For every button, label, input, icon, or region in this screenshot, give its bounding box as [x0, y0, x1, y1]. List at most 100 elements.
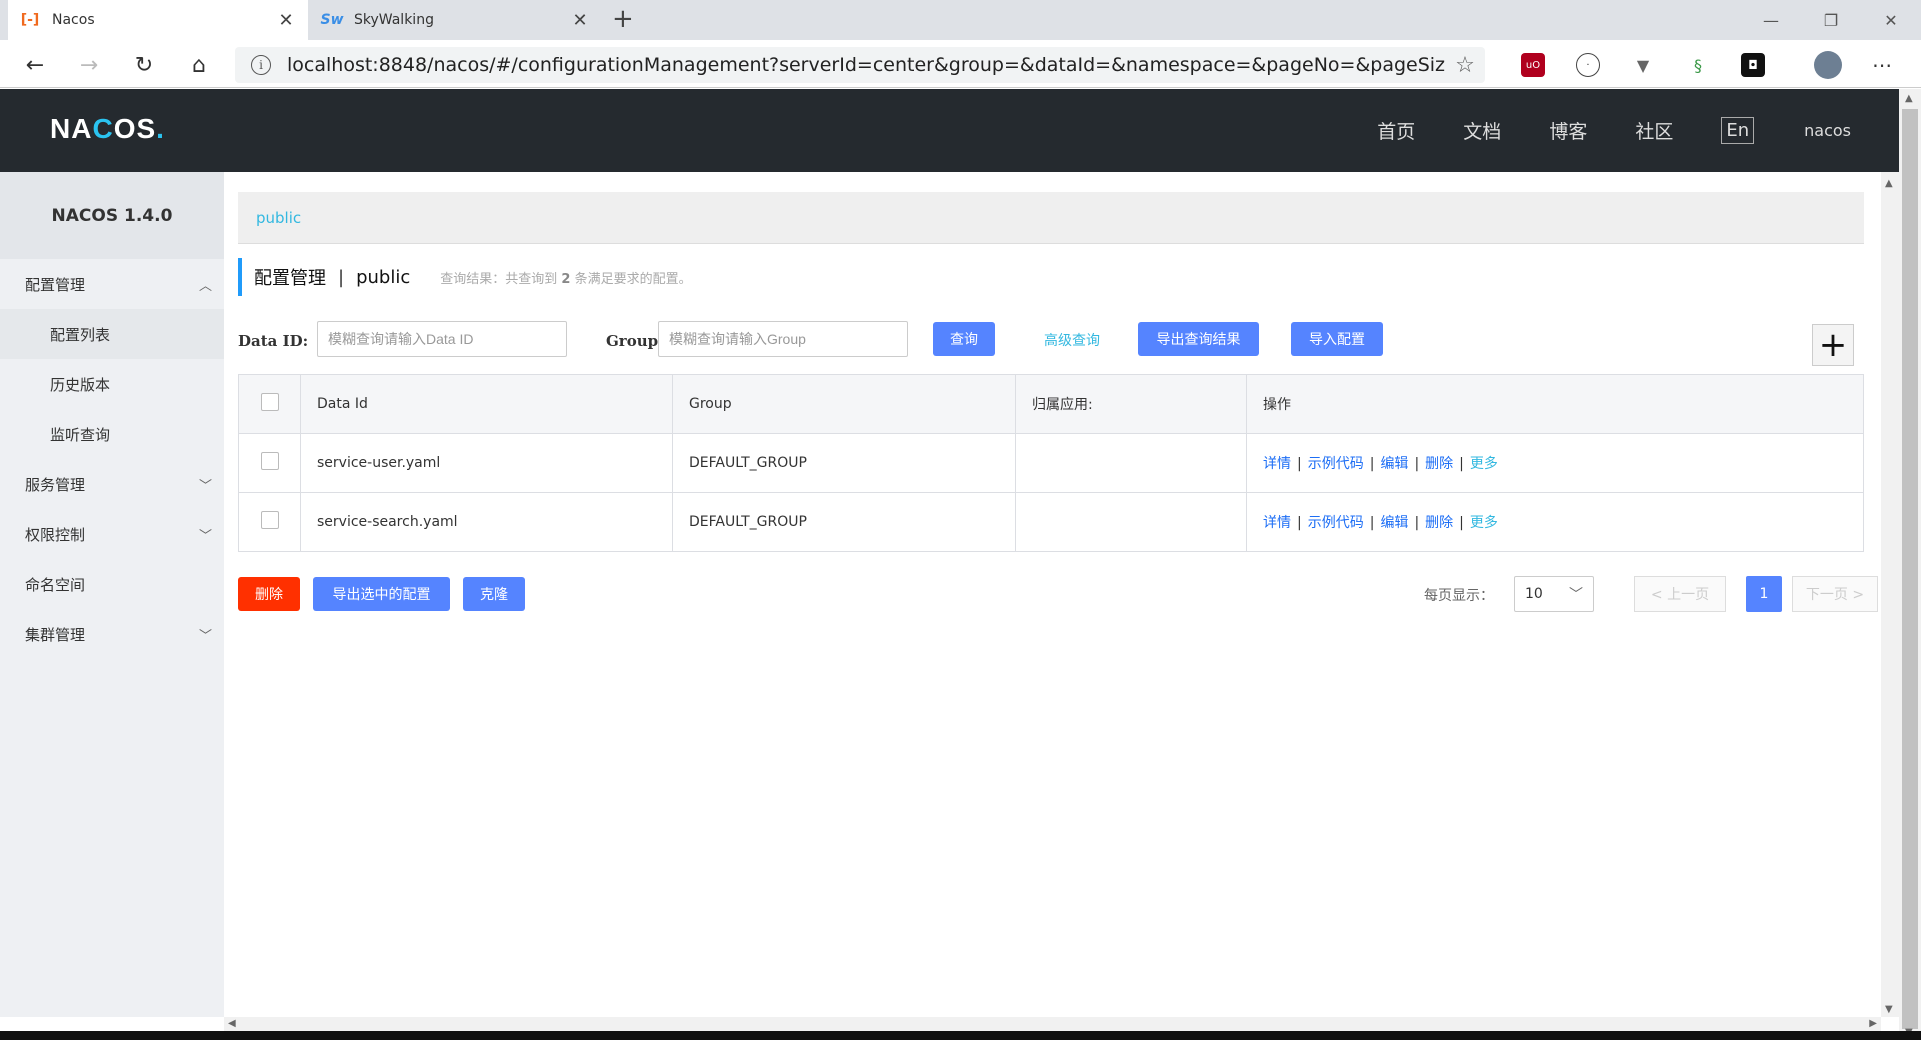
group-label: Group:: [606, 332, 664, 350]
row-checkbox[interactable]: [260, 511, 279, 529]
scroll-right-arrow-icon[interactable]: ▶: [1869, 1018, 1877, 1029]
query-button[interactable]: 查询: [933, 322, 995, 356]
browser-tab-nacos[interactable]: [-] Nacos ✕: [8, 0, 308, 40]
main-content: public 配置管理 | public 查询结果：共查询到 2 条满足要求的配…: [224, 172, 1899, 1017]
url-text[interactable]: localhost:8848/nacos/#/configurationMana…: [287, 54, 1445, 76]
tab-title: SkyWalking: [354, 12, 434, 28]
evernote-extension-icon[interactable]: §: [1686, 53, 1710, 77]
nacos-logo[interactable]: NACOS.: [50, 113, 165, 145]
delete-link[interactable]: 删除: [1425, 515, 1453, 531]
minimize-icon[interactable]: —: [1741, 0, 1801, 40]
content-vertical-scrollbar[interactable]: ▲ ▼: [1881, 172, 1899, 1017]
data-id-input[interactable]: [317, 321, 567, 357]
scrollbar-thumb[interactable]: [1902, 109, 1918, 1029]
sidebar: NACOS 1.4.0 配置管理 ︿ 配置列表 历史版本 监听查询 服务管理 ﹀…: [0, 172, 224, 1017]
info-icon[interactable]: i: [251, 55, 271, 75]
restore-icon[interactable]: ❐: [1801, 0, 1861, 40]
sidebar-item-label: 监听查询: [50, 425, 111, 444]
content-horizontal-scrollbar[interactable]: ◀ ▶: [224, 1017, 1881, 1031]
back-arrow-icon[interactable]: ←: [18, 48, 52, 82]
delete-selected-button[interactable]: 删除: [238, 577, 300, 611]
config-table: Data Id Group 归属应用: 操作 service-user.yaml…: [238, 374, 1864, 552]
next-page-button[interactable]: 下一页 >: [1792, 576, 1878, 612]
close-window-icon[interactable]: ✕: [1861, 0, 1921, 40]
sidebar-item-config-management[interactable]: 配置管理 ︿: [0, 259, 224, 309]
ublock-extension-icon[interactable]: uO: [1521, 53, 1545, 77]
title-separator: |: [338, 266, 345, 288]
browser-tab-skywalking[interactable]: Sw SkyWalking ✕: [310, 0, 602, 40]
more-link[interactable]: 更多: [1470, 456, 1498, 472]
close-tab-icon[interactable]: ✕: [570, 10, 590, 31]
home-icon[interactable]: ⌂: [182, 48, 216, 82]
browser-menu-icon[interactable]: ⋯: [1870, 53, 1894, 77]
sidebar-item-cluster-management[interactable]: 集群管理 ﹀: [0, 609, 224, 659]
sidebar-item-label: 权限控制: [25, 525, 86, 544]
chevron-down-icon: ﹀: [198, 628, 212, 644]
sidebar-item-history[interactable]: 历史版本: [0, 359, 224, 409]
sidebar-item-service-management[interactable]: 服务管理 ﹀: [0, 459, 224, 509]
user-menu[interactable]: nacos: [1804, 121, 1851, 140]
sidebar-item-label: 命名空间: [25, 575, 86, 594]
import-config-button[interactable]: 导入配置: [1291, 322, 1383, 356]
profile-avatar[interactable]: [1814, 51, 1842, 79]
sample-code-link[interactable]: 示例代码: [1308, 456, 1364, 472]
prev-page-button[interactable]: < 上一页: [1634, 576, 1726, 612]
select-all-cell: [238, 374, 301, 434]
nav-blog[interactable]: 博客: [1549, 117, 1587, 144]
detail-link[interactable]: 详情: [1263, 456, 1291, 472]
scroll-down-arrow-icon[interactable]: ▼: [1885, 1004, 1893, 1015]
page-vertical-scrollbar[interactable]: ▲ ▼: [1899, 89, 1921, 1040]
skywalking-favicon-icon: Sw: [320, 12, 344, 28]
nacos-header: NACOS. 首页 文档 博客 社区 En nacos: [0, 89, 1899, 172]
advanced-query-link[interactable]: 高级查询: [1044, 330, 1100, 350]
scroll-left-arrow-icon[interactable]: ◀: [228, 1018, 236, 1029]
close-tab-icon[interactable]: ✕: [276, 10, 296, 31]
more-link[interactable]: 更多: [1470, 515, 1498, 531]
search-row: Data ID: Group: 查询 高级查询 导出查询结果 导入配置: [238, 320, 1878, 364]
sidebar-item-listener-query[interactable]: 监听查询: [0, 409, 224, 459]
add-config-button[interactable]: +: [1812, 324, 1854, 366]
current-page-button[interactable]: 1: [1746, 576, 1782, 612]
sidebar-item-label: 集群管理: [25, 625, 86, 644]
page-size-label: 每页显示：: [1424, 588, 1494, 604]
export-results-button[interactable]: 导出查询结果: [1138, 322, 1259, 356]
tab-title: Nacos: [52, 12, 95, 28]
row-checkbox[interactable]: [260, 452, 279, 470]
group-input[interactable]: [658, 321, 908, 357]
window-controls: — ❐ ✕: [1741, 0, 1921, 40]
reload-icon[interactable]: ↻: [127, 48, 161, 82]
cell-actions: 详情 | 示例代码 | 编辑 | 删除 | 更多: [1246, 433, 1864, 493]
row-select-cell: [238, 492, 301, 552]
sample-code-link[interactable]: 示例代码: [1308, 515, 1364, 531]
delete-link[interactable]: 删除: [1425, 456, 1453, 472]
sidebar-item-label: 配置列表: [50, 325, 111, 344]
page-title-row: 配置管理 | public 查询结果：共查询到 2 条满足要求的配置。: [238, 258, 692, 296]
address-bar[interactable]: i localhost:8848/nacos/#/configurationMa…: [235, 47, 1485, 83]
nav-community[interactable]: 社区: [1635, 117, 1673, 144]
vue-devtools-icon[interactable]: ▼: [1631, 53, 1655, 77]
nav-home[interactable]: 首页: [1377, 117, 1415, 144]
sidebar-item-config-list[interactable]: 配置列表: [0, 309, 224, 359]
sidebar-item-namespace[interactable]: 命名空间: [0, 559, 224, 609]
namespace-bar: public: [238, 192, 1864, 244]
page-title: 配置管理: [254, 268, 326, 289]
scroll-up-arrow-icon[interactable]: ▲: [1905, 93, 1913, 104]
edit-link[interactable]: 编辑: [1380, 515, 1408, 531]
select-all-checkbox[interactable]: [260, 393, 279, 411]
scroll-up-arrow-icon[interactable]: ▲: [1885, 178, 1893, 189]
export-selected-button[interactable]: 导出选中的配置: [313, 577, 450, 611]
page-size-select[interactable]: 10 ﹀: [1514, 576, 1594, 612]
nav-docs[interactable]: 文档: [1463, 117, 1501, 144]
sidebar-item-access-control[interactable]: 权限控制 ﹀: [0, 509, 224, 559]
bookmark-star-icon[interactable]: ☆: [1445, 53, 1485, 78]
forward-arrow-icon[interactable]: →: [72, 48, 106, 82]
clone-button[interactable]: 克隆: [463, 577, 525, 611]
language-switch[interactable]: En: [1721, 117, 1755, 144]
namespace-link-public[interactable]: public: [256, 209, 301, 227]
extension-dark-icon[interactable]: ◘: [1741, 53, 1765, 77]
edit-link[interactable]: 编辑: [1380, 456, 1408, 472]
query-result-text: 查询结果：共查询到 2 条满足要求的配置。: [440, 271, 692, 287]
new-tab-button[interactable]: +: [612, 4, 634, 34]
detail-link[interactable]: 详情: [1263, 515, 1291, 531]
extension-circle-icon[interactable]: ·: [1576, 53, 1600, 77]
